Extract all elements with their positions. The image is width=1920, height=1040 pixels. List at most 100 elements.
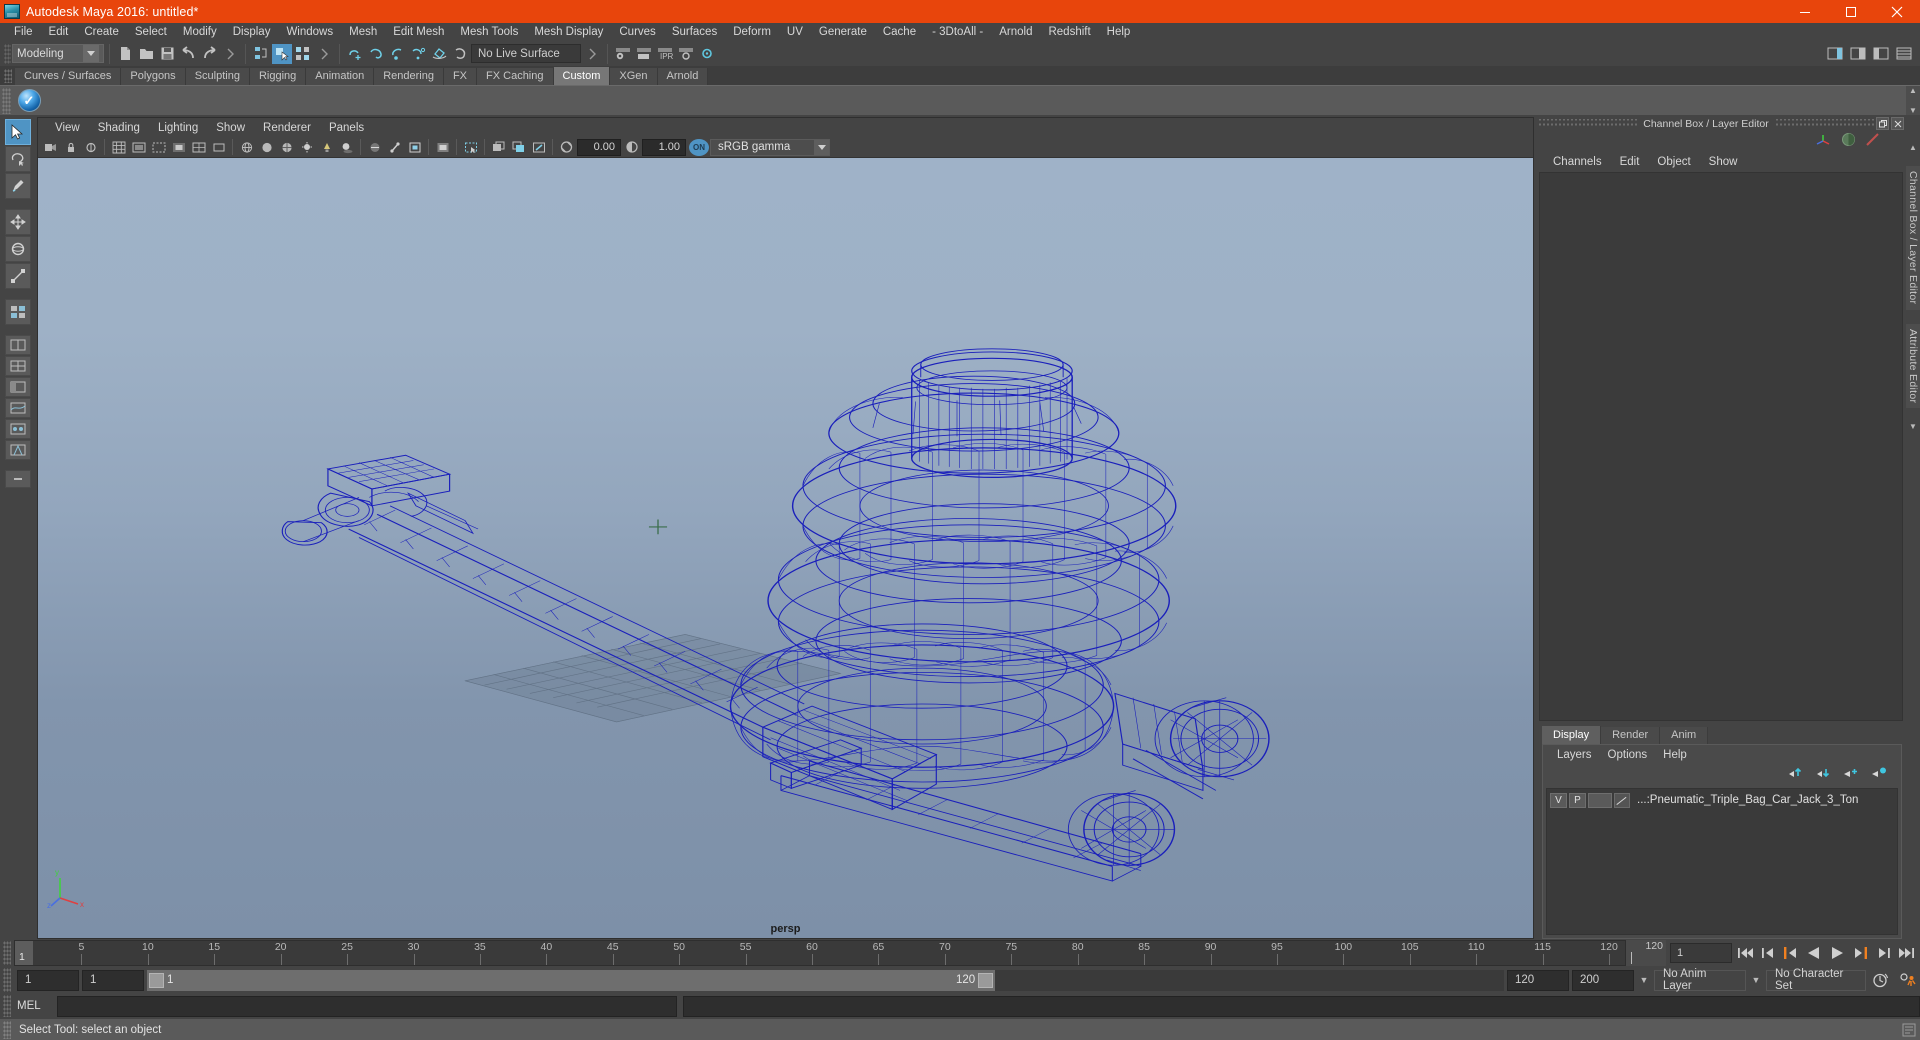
menu-item-arnold[interactable]: Arnold xyxy=(991,23,1040,41)
layout-more-icon[interactable] xyxy=(4,470,31,488)
animation-end-time-field[interactable]: 200 xyxy=(1572,969,1634,991)
shelf-tab-xgen[interactable]: XGen xyxy=(610,68,658,85)
layer-menu-layers[interactable]: Layers xyxy=(1549,749,1600,761)
step-forward-keyframe-icon[interactable] xyxy=(1873,942,1893,964)
layer-tab-render[interactable]: Render xyxy=(1601,727,1661,744)
render-sequence-icon[interactable] xyxy=(676,44,696,64)
shelf-button-grip[interactable] xyxy=(2,87,11,114)
use-default-lighting-icon[interactable] xyxy=(297,138,316,157)
menu-item-curves[interactable]: Curves xyxy=(611,23,663,41)
redo-icon[interactable] xyxy=(199,44,219,64)
layout-graph-editor-icon[interactable] xyxy=(4,398,31,418)
layer-tab-display[interactable]: Display xyxy=(1542,726,1602,744)
viewport-menu-view[interactable]: View xyxy=(46,122,89,134)
playback-start-time-field[interactable]: 1 xyxy=(82,969,144,991)
menu-item-display[interactable]: Display xyxy=(225,23,279,41)
side-tab-channel-box[interactable]: Channel Box / Layer Editor xyxy=(1906,166,1920,310)
move-tool[interactable] xyxy=(4,209,31,235)
animation-start-time-field[interactable]: 1 xyxy=(17,969,79,991)
time-slider-track[interactable]: 1 5 10 15 20 25 30 35 40 45 50 55 60 65 70 75 80 85 90 95 1… xyxy=(14,940,1626,966)
step-forward-frame-icon[interactable] xyxy=(1850,942,1870,964)
scroll-down-arrow[interactable]: ▼ xyxy=(1909,422,1918,431)
command-language-label[interactable]: MEL xyxy=(17,1000,57,1012)
resolution-gate-icon[interactable] xyxy=(149,138,168,157)
shelf-tab-curves-surfaces[interactable]: Curves / Surfaces xyxy=(15,68,122,85)
step-back-keyframe-icon[interactable] xyxy=(1758,942,1778,964)
gamma-icon[interactable] xyxy=(622,138,641,157)
play-forwards-icon[interactable] xyxy=(1827,942,1847,964)
menu-item-generate[interactable]: Generate xyxy=(811,23,875,41)
exposure-icon[interactable] xyxy=(557,138,576,157)
ipr-render-icon[interactable] xyxy=(634,44,654,64)
select-hierarchy-icon[interactable] xyxy=(251,44,271,64)
shelf-tab-sculpting[interactable]: Sculpting xyxy=(185,68,250,85)
toolbar-chevron-icon[interactable] xyxy=(220,44,240,64)
layer-row[interactable]: V P ...:Pneumatic_Triple_Bag_Car_Jack_3_… xyxy=(1547,791,1897,809)
save-scene-icon[interactable] xyxy=(157,44,177,64)
undo-icon[interactable] xyxy=(178,44,198,64)
anim-layer-selector[interactable]: No Anim Layer xyxy=(1654,968,1746,992)
channel-box-menu-edit[interactable]: Edit xyxy=(1611,156,1649,168)
viewport-menu-panels[interactable]: Panels xyxy=(320,122,373,134)
viewport-snapshot-layer-icon[interactable] xyxy=(509,138,528,157)
layer-tab-anim[interactable]: Anim xyxy=(1660,727,1709,744)
playback-end-time-field[interactable]: 120 xyxy=(1507,969,1569,991)
shelf-tab-rigging[interactable]: Rigging xyxy=(249,68,307,85)
channel-box-body[interactable] xyxy=(1539,172,1903,721)
layer-color-swatch[interactable] xyxy=(1614,792,1630,808)
range-start-handle[interactable] xyxy=(149,972,164,988)
menu-item-edit-mesh[interactable]: Edit Mesh xyxy=(385,23,452,41)
exposure-field[interactable]: 0.00 xyxy=(577,138,621,156)
shelf-tab-polygons[interactable]: Polygons xyxy=(121,68,186,85)
step-back-frame-icon[interactable] xyxy=(1781,942,1801,964)
lock-camera-icon[interactable] xyxy=(61,138,80,157)
menu-item-redshift[interactable]: Redshift xyxy=(1040,23,1098,41)
shelf-tab-custom[interactable]: Custom xyxy=(553,67,611,85)
viewport-menu-renderer[interactable]: Renderer xyxy=(254,122,320,134)
layout-outliner-persp-icon[interactable] xyxy=(4,377,31,397)
range-slider-grip[interactable] xyxy=(3,968,11,992)
select-camera-icon[interactable] xyxy=(41,138,60,157)
toolbar-chevron-icon[interactable] xyxy=(314,44,334,64)
menu-item-3dtoall[interactable]: - 3DtoAll - xyxy=(924,23,991,41)
shelf-grip[interactable] xyxy=(4,69,12,83)
xray-active-components-icon[interactable] xyxy=(405,138,424,157)
xray-joints-icon[interactable] xyxy=(385,138,404,157)
lasso-select-tool[interactable] xyxy=(4,146,31,172)
anim-layer-chevron-icon[interactable]: ▼ xyxy=(1637,975,1651,985)
time-slider-grip[interactable] xyxy=(3,941,11,965)
shelf-tab-animation[interactable]: Animation xyxy=(306,68,375,85)
snap-grid-icon[interactable] xyxy=(345,44,365,64)
layer-playback-toggle[interactable]: P xyxy=(1569,792,1586,808)
shelf-tab-fx[interactable]: FX xyxy=(443,68,478,85)
camera-attributes-icon[interactable] xyxy=(81,138,100,157)
go-to-start-icon[interactable] xyxy=(1735,942,1755,964)
command-line-grip[interactable] xyxy=(3,995,11,1017)
shelf-tab-rendering[interactable]: Rendering xyxy=(374,68,444,85)
select-tool[interactable] xyxy=(4,119,31,145)
show-hide-attribute-editor-icon[interactable] xyxy=(1848,44,1868,64)
live-surface-field[interactable]: No Live Surface xyxy=(471,44,581,63)
shelf-item-blue-check-badge-icon[interactable]: ✓ xyxy=(15,87,43,114)
select-component-icon[interactable] xyxy=(293,44,313,64)
show-hide-tool-settings-icon[interactable] xyxy=(1871,44,1891,64)
render-globals-icon[interactable] xyxy=(697,44,717,64)
range-end-handle[interactable] xyxy=(978,972,994,988)
attribute-editor-icon[interactable] xyxy=(1841,132,1856,152)
menu-item-edit[interactable]: Edit xyxy=(41,23,77,41)
render-current-frame-icon[interactable] xyxy=(613,44,633,64)
layout-uv-editor-icon[interactable] xyxy=(4,440,31,460)
layer-menu-help[interactable]: Help xyxy=(1655,749,1695,761)
current-frame-field[interactable]: 1 xyxy=(1670,943,1732,963)
snap-curve-icon[interactable] xyxy=(366,44,386,64)
new-layer-from-selected-icon[interactable] xyxy=(1871,766,1887,784)
play-backwards-icon[interactable] xyxy=(1804,942,1824,964)
viewport-menu-shading[interactable]: Shading xyxy=(89,122,149,134)
character-set-chevron-icon[interactable]: ▼ xyxy=(1749,975,1763,985)
open-scene-icon[interactable] xyxy=(136,44,156,64)
command-input[interactable] xyxy=(57,995,677,1017)
snap-point-icon[interactable] xyxy=(387,44,407,64)
layer-name[interactable]: ...:Pneumatic_Triple_Bag_Car_Jack_3_Ton xyxy=(1637,794,1858,806)
channel-box-menu-object[interactable]: Object xyxy=(1648,156,1699,168)
gamma-field[interactable]: 1.00 xyxy=(642,138,686,156)
